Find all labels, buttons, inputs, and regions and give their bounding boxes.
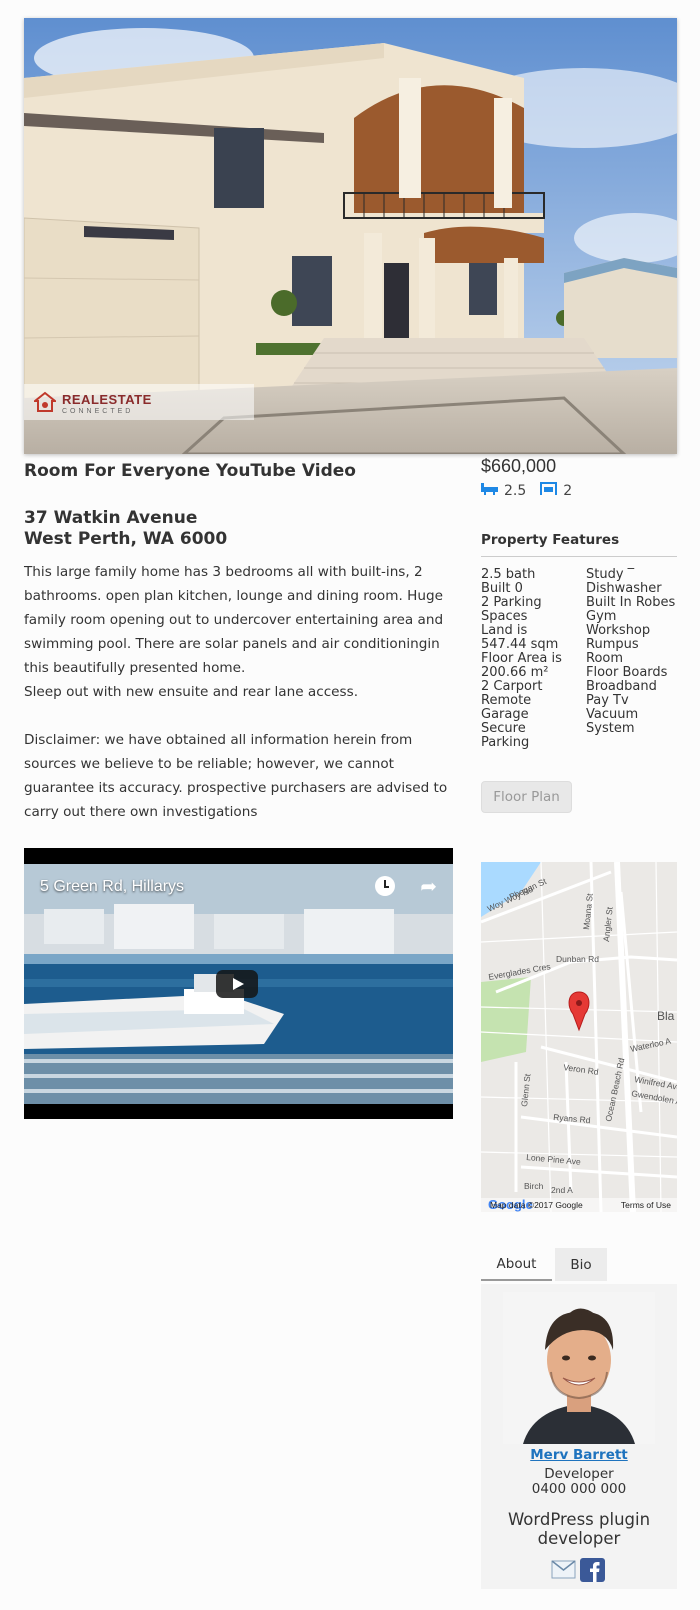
map-tiles: Woy Woy Rd Phegan St Moana St Angler St … [481,862,677,1212]
map-data-credit: Map data ©2017 Google [490,1200,583,1210]
tab-bio[interactable]: Bio [555,1248,607,1281]
avatar [503,1292,655,1444]
map-footer: Google Map data ©2017 Google Terms of Us… [481,1197,677,1212]
car-icon [540,482,558,499]
property-price: $660,000 [481,456,557,476]
location-map[interactable]: Woy Woy Rd Phegan St Moana St Angler St … [481,862,677,1212]
description-paragraph: Sleep out with new ensuite and rear lane… [24,684,359,700]
feature-item: 547.44 sqm [481,637,559,652]
feature-item: 2 Parking [481,595,542,610]
agent-name-link[interactable]: Merv Barrett [481,1447,677,1463]
feature-item: Vacuum [586,707,639,722]
feature-item: Floor Boards [586,665,668,680]
feature-item: System [586,721,635,736]
facebook-icon[interactable] [580,1558,605,1586]
parking-count: 2 [563,482,573,499]
map-street-label: 2nd A [551,1185,573,1195]
features-column-2: Study ‾ Dishwasher Built In Robes Gym Wo… [586,568,681,750]
address-street: 37 Watkin Avenue [24,508,198,528]
feature-item: Floor Area is [481,651,562,666]
features-heading: Property Features [481,532,677,557]
tab-about[interactable]: About [481,1248,552,1281]
map-street-label: Birch [524,1181,544,1191]
agent-bio: WordPress plugin developer [507,1510,651,1548]
agent-tabs: About Bio [481,1248,607,1282]
agent-contact-icons [551,1558,605,1586]
bathroom-count: 2.5 [504,482,527,499]
feature-item: Study ‾ [586,567,635,582]
agent-card: Merv Barrett Developer 0400 000 000 Word… [481,1284,677,1589]
map-terms-link[interactable]: Terms of Use [621,1200,671,1210]
feature-item: Workshop [586,623,651,638]
feature-item: Garage [481,707,529,722]
feature-item: Built 0 [481,581,523,596]
feature-item: Gym [586,609,617,624]
address-suburb: West Perth, WA 6000 [24,529,228,549]
map-street-label: Dunban Rd [556,954,599,964]
play-icon[interactable] [216,970,258,998]
feature-item: 2 Carport [481,679,543,694]
agent-role: Developer [544,1466,614,1482]
feature-item: Room [586,651,624,666]
feature-item: Pay Tv [586,693,629,708]
property-description: This large family home has 3 bedrooms al… [24,560,456,824]
room-summary: 2.5 2 [481,482,572,499]
property-address: 37 Watkin Avenue West Perth, WA 6000 [24,508,227,550]
feature-item: Spaces [481,609,528,624]
video-thumbnail[interactable]: 5 Green Rd, Hillarys ➦ [24,864,453,1104]
house-logo-icon [34,391,56,412]
property-hero-image[interactable]: REALESTATE CONNECTED [24,18,677,454]
feature-item: 2.5 bath [481,567,536,582]
agent-phone: 0400 000 000 [531,1481,627,1497]
logo-sub-text: CONNECTED [62,408,134,415]
feature-item: Secure [481,721,526,736]
feature-item: Dishwasher [586,581,662,596]
feature-item: 200.66 m² [481,665,549,680]
feature-item: Broadband [586,679,657,694]
agent-photo [503,1292,655,1444]
share-icon[interactable]: ➦ [420,874,437,898]
disclaimer-paragraph: Disclaimer: we have obtained all informa… [24,732,448,820]
bath-icon [481,482,498,499]
logo-main-text: REALESTATE [62,392,152,407]
feature-item: Rumpus [586,637,639,652]
youtube-video-embed[interactable]: 5 Green Rd, Hillarys ➦ [24,848,453,1119]
features-list: 2.5 bath Built 0 2 Parking Spaces Land i… [481,568,681,750]
video-heading: Room For Everyone YouTube Video [24,461,356,481]
agent-details: Developer 0400 000 000 [481,1467,677,1497]
map-street-label: Bla [657,1009,675,1023]
floor-plan-button[interactable]: Floor Plan [481,781,572,813]
agency-logo: REALESTATE CONNECTED [24,384,254,420]
email-icon[interactable] [551,1558,576,1586]
description-paragraph: This large family home has 3 bedrooms al… [24,564,444,676]
clock-icon[interactable] [375,876,395,896]
feature-item: Built In Robes [586,595,676,610]
video-title-overlay: 5 Green Rd, Hillarys [40,878,185,895]
feature-item: Land is [481,623,528,638]
feature-item: Remote [481,693,532,708]
feature-item: Parking [481,735,530,750]
features-column-1: 2.5 bath Built 0 2 Parking Spaces Land i… [481,568,586,750]
